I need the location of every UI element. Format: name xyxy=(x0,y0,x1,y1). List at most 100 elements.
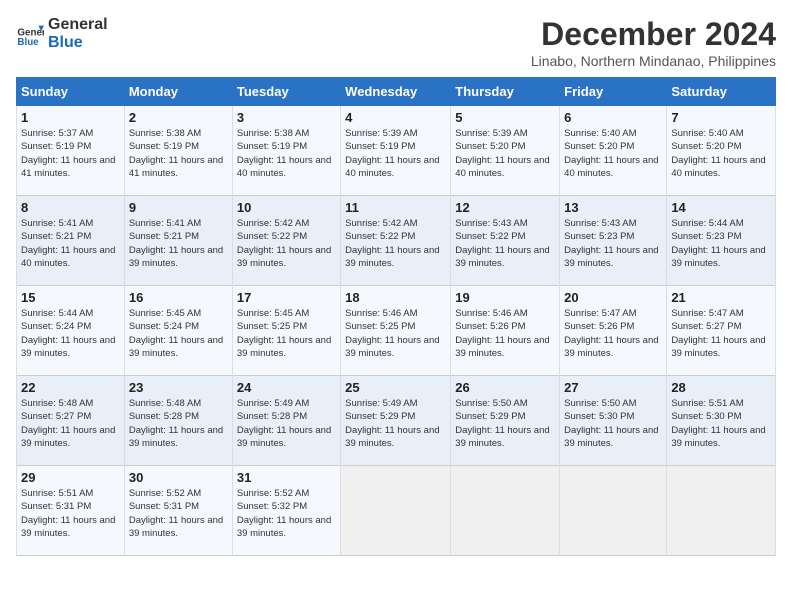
day-info: Sunrise: 5:39 AMSunset: 5:19 PMDaylight:… xyxy=(345,127,446,180)
day-number: 11 xyxy=(345,200,446,215)
day-number: 7 xyxy=(671,110,771,125)
calendar-cell: 17 Sunrise: 5:45 AMSunset: 5:25 PMDayligh… xyxy=(232,286,340,376)
calendar-cell: 29 Sunrise: 5:51 AMSunset: 5:31 PMDayligh… xyxy=(17,466,125,556)
day-info: Sunrise: 5:41 AMSunset: 5:21 PMDaylight:… xyxy=(129,217,228,270)
month-title: December 2024 xyxy=(531,16,776,53)
day-info: Sunrise: 5:37 AMSunset: 5:19 PMDaylight:… xyxy=(21,127,120,180)
page-header: General Blue General Blue December 2024 … xyxy=(16,16,776,69)
weekday-header-row: SundayMondayTuesdayWednesdayThursdayFrid… xyxy=(17,78,776,106)
day-number: 2 xyxy=(129,110,228,125)
day-info: Sunrise: 5:51 AMSunset: 5:31 PMDaylight:… xyxy=(21,487,120,540)
weekday-header: Friday xyxy=(560,78,667,106)
day-number: 20 xyxy=(564,290,662,305)
calendar-week-row: 1Sunrise: 5:37 AMSunset: 5:19 PMDaylight… xyxy=(17,106,776,196)
day-info: Sunrise: 5:51 AMSunset: 5:30 PMDaylight:… xyxy=(671,397,771,450)
day-number: 21 xyxy=(671,290,771,305)
calendar-cell: 28Sunrise: 5:51 AMSunset: 5:30 PMDayligh… xyxy=(667,376,776,466)
day-number: 5 xyxy=(455,110,555,125)
day-info: Sunrise: 5:44 AMSunset: 5:24 PMDaylight:… xyxy=(21,307,120,360)
day-info: Sunrise: 5:44 AMSunset: 5:23 PMDaylight:… xyxy=(671,217,771,270)
calendar-cell: 22 Sunrise: 5:48 AMSunset: 5:27 PMDayligh… xyxy=(17,376,125,466)
day-info: Sunrise: 5:49 AMSunset: 5:29 PMDaylight:… xyxy=(345,397,446,450)
logo-text: General Blue xyxy=(48,16,108,51)
calendar-cell: 18 Sunrise: 5:46 AMSunset: 5:25 PMDayligh… xyxy=(341,286,451,376)
calendar-cell: 20 Sunrise: 5:47 AMSunset: 5:26 PMDayligh… xyxy=(560,286,667,376)
day-info: Sunrise: 5:47 AMSunset: 5:26 PMDaylight:… xyxy=(564,307,662,360)
logo-icon: General Blue xyxy=(16,20,44,48)
day-number: 10 xyxy=(237,200,336,215)
calendar-cell: 21Sunrise: 5:47 AMSunset: 5:27 PMDayligh… xyxy=(667,286,776,376)
day-info: Sunrise: 5:41 AMSunset: 5:21 PMDaylight:… xyxy=(21,217,120,270)
day-info: Sunrise: 5:45 AMSunset: 5:25 PMDaylight:… xyxy=(237,307,336,360)
svg-text:Blue: Blue xyxy=(17,37,39,48)
day-info: Sunrise: 5:45 AMSunset: 5:24 PMDaylight:… xyxy=(129,307,228,360)
day-number: 31 xyxy=(237,470,336,485)
day-info: Sunrise: 5:52 AMSunset: 5:31 PMDaylight:… xyxy=(129,487,228,540)
day-number: 22 xyxy=(21,380,120,395)
day-number: 18 xyxy=(345,290,446,305)
weekday-header: Wednesday xyxy=(341,78,451,106)
day-number: 23 xyxy=(129,380,228,395)
calendar-cell: 24Sunrise: 5:49 AMSunset: 5:28 PMDayligh… xyxy=(232,376,340,466)
day-number: 26 xyxy=(455,380,555,395)
calendar-cell: 27 Sunrise: 5:50 AMSunset: 5:30 PMDayligh… xyxy=(560,376,667,466)
calendar-week-row: 22 Sunrise: 5:48 AMSunset: 5:27 PMDayligh… xyxy=(17,376,776,466)
day-number: 15 xyxy=(21,290,120,305)
calendar-week-row: 29 Sunrise: 5:51 AMSunset: 5:31 PMDayligh… xyxy=(17,466,776,556)
day-info: Sunrise: 5:38 AMSunset: 5:19 PMDaylight:… xyxy=(237,127,336,180)
day-number: 4 xyxy=(345,110,446,125)
day-info: Sunrise: 5:42 AMSunset: 5:22 PMDaylight:… xyxy=(345,217,446,270)
day-number: 13 xyxy=(564,200,662,215)
calendar-week-row: 8 Sunrise: 5:41 AMSunset: 5:21 PMDaylight… xyxy=(17,196,776,286)
weekday-header: Tuesday xyxy=(232,78,340,106)
calendar-cell: 6Sunrise: 5:40 AMSunset: 5:20 PMDaylight… xyxy=(560,106,667,196)
calendar-cell: 16 Sunrise: 5:45 AMSunset: 5:24 PMDayligh… xyxy=(124,286,232,376)
day-info: Sunrise: 5:46 AMSunset: 5:25 PMDaylight:… xyxy=(345,307,446,360)
calendar-cell xyxy=(341,466,451,556)
weekday-header: Thursday xyxy=(451,78,560,106)
calendar-table: SundayMondayTuesdayWednesdayThursdayFrid… xyxy=(16,77,776,556)
day-number: 12 xyxy=(455,200,555,215)
day-number: 17 xyxy=(237,290,336,305)
calendar-cell: 25Sunrise: 5:49 AMSunset: 5:29 PMDayligh… xyxy=(341,376,451,466)
logo: General Blue General Blue xyxy=(16,16,108,51)
calendar-cell: 2Sunrise: 5:38 AMSunset: 5:19 PMDaylight… xyxy=(124,106,232,196)
day-number: 16 xyxy=(129,290,228,305)
day-number: 27 xyxy=(564,380,662,395)
location-title: Linabo, Northern Mindanao, Philippines xyxy=(531,53,776,69)
calendar-cell: 9Sunrise: 5:41 AMSunset: 5:21 PMDaylight… xyxy=(124,196,232,286)
day-info: Sunrise: 5:52 AMSunset: 5:32 PMDaylight:… xyxy=(237,487,336,540)
calendar-cell: 23 Sunrise: 5:48 AMSunset: 5:28 PMDayligh… xyxy=(124,376,232,466)
weekday-header: Saturday xyxy=(667,78,776,106)
day-info: Sunrise: 5:40 AMSunset: 5:20 PMDaylight:… xyxy=(671,127,771,180)
calendar-cell xyxy=(451,466,560,556)
day-info: Sunrise: 5:48 AMSunset: 5:27 PMDaylight:… xyxy=(21,397,120,450)
weekday-header: Sunday xyxy=(17,78,125,106)
calendar-week-row: 15 Sunrise: 5:44 AMSunset: 5:24 PMDayligh… xyxy=(17,286,776,376)
calendar-cell: 3 Sunrise: 5:38 AMSunset: 5:19 PMDaylight… xyxy=(232,106,340,196)
calendar-cell: 8 Sunrise: 5:41 AMSunset: 5:21 PMDaylight… xyxy=(17,196,125,286)
day-number: 8 xyxy=(21,200,120,215)
day-number: 29 xyxy=(21,470,120,485)
day-number: 30 xyxy=(129,470,228,485)
title-area: December 2024 Linabo, Northern Mindanao,… xyxy=(531,16,776,69)
calendar-cell: 15 Sunrise: 5:44 AMSunset: 5:24 PMDayligh… xyxy=(17,286,125,376)
calendar-cell: 31 Sunrise: 5:52 AMSunset: 5:32 PMDayligh… xyxy=(232,466,340,556)
day-number: 14 xyxy=(671,200,771,215)
calendar-cell: 12Sunrise: 5:43 AMSunset: 5:22 PMDayligh… xyxy=(451,196,560,286)
day-info: Sunrise: 5:50 AMSunset: 5:30 PMDaylight:… xyxy=(564,397,662,450)
day-info: Sunrise: 5:48 AMSunset: 5:28 PMDaylight:… xyxy=(129,397,228,450)
calendar-cell: 4 Sunrise: 5:39 AMSunset: 5:19 PMDaylight… xyxy=(341,106,451,196)
calendar-cell: 14 Sunrise: 5:44 AMSunset: 5:23 PMDayligh… xyxy=(667,196,776,286)
calendar-cell: 11 Sunrise: 5:42 AMSunset: 5:22 PMDayligh… xyxy=(341,196,451,286)
day-info: Sunrise: 5:43 AMSunset: 5:23 PMDaylight:… xyxy=(564,217,662,270)
day-info: Sunrise: 5:50 AMSunset: 5:29 PMDaylight:… xyxy=(455,397,555,450)
day-number: 3 xyxy=(237,110,336,125)
day-info: Sunrise: 5:46 AMSunset: 5:26 PMDaylight:… xyxy=(455,307,555,360)
day-info: Sunrise: 5:42 AMSunset: 5:22 PMDaylight:… xyxy=(237,217,336,270)
day-info: Sunrise: 5:49 AMSunset: 5:28 PMDaylight:… xyxy=(237,397,336,450)
calendar-cell xyxy=(560,466,667,556)
calendar-cell: 30 Sunrise: 5:52 AMSunset: 5:31 PMDayligh… xyxy=(124,466,232,556)
day-info: Sunrise: 5:40 AMSunset: 5:20 PMDaylight:… xyxy=(564,127,662,180)
day-number: 19 xyxy=(455,290,555,305)
